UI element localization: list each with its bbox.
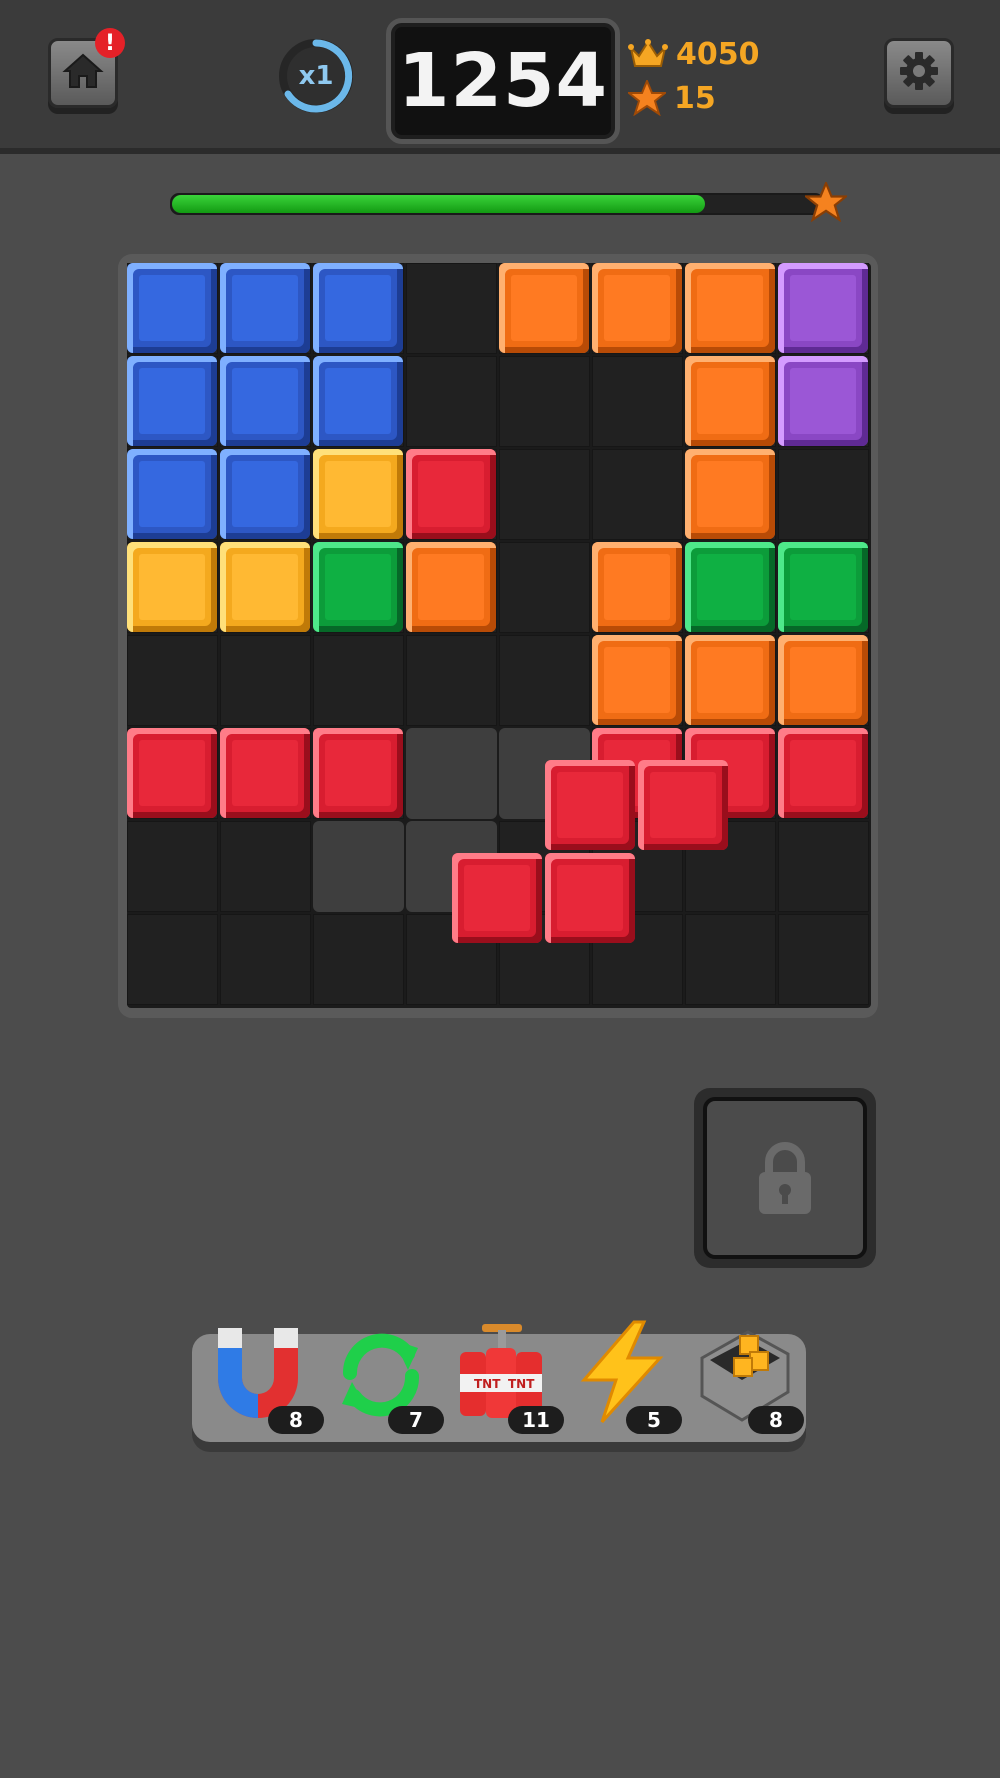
score-display: 1254 <box>386 18 620 144</box>
empty-cell[interactable] <box>778 914 869 1005</box>
empty-cell[interactable] <box>406 263 497 354</box>
orange-block <box>592 542 682 632</box>
green-block <box>313 542 403 632</box>
dragging-piece-block[interactable] <box>545 760 635 850</box>
empty-cell[interactable] <box>313 635 404 726</box>
empty-cell[interactable] <box>127 914 218 1005</box>
blue-block <box>127 356 217 446</box>
tnt-count: 11 <box>508 1406 564 1434</box>
orange-block <box>778 635 868 725</box>
red-block <box>313 728 403 818</box>
blue-block <box>313 356 403 446</box>
empty-cell[interactable] <box>592 356 683 447</box>
multiplier-label: x1 <box>298 61 334 91</box>
dragging-piece-block[interactable] <box>638 760 728 850</box>
green-block <box>778 542 868 632</box>
star-count-value: 15 <box>674 80 716 116</box>
empty-cell[interactable] <box>499 542 590 633</box>
lock-icon <box>759 1142 811 1214</box>
empty-cell[interactable] <box>127 821 218 912</box>
dragging-piece-block[interactable] <box>545 853 635 943</box>
multiplier-indicator: x1 <box>276 36 356 116</box>
empty-cell[interactable] <box>778 449 869 540</box>
refresh-count: 7 <box>388 1406 444 1434</box>
orange-block <box>685 263 775 353</box>
dragging-piece-block[interactable] <box>452 853 542 943</box>
empty-cell[interactable] <box>778 821 869 912</box>
empty-cell[interactable] <box>406 356 497 447</box>
orange-block <box>592 263 682 353</box>
block-box-count: 8 <box>748 1406 804 1434</box>
star-count: 15 <box>628 78 716 118</box>
empty-cell[interactable] <box>127 635 218 726</box>
drop-preview-cell[interactable] <box>313 821 404 912</box>
empty-cell[interactable] <box>313 914 404 1005</box>
best-score: 4050 <box>628 34 760 74</box>
drop-preview-cell[interactable] <box>406 728 497 819</box>
empty-cell[interactable] <box>406 635 497 726</box>
blue-block <box>127 449 217 539</box>
empty-cell[interactable] <box>685 914 776 1005</box>
blue-block <box>220 356 310 446</box>
home-icon <box>61 49 105 97</box>
empty-cell[interactable] <box>499 449 590 540</box>
notification-badge: ! <box>95 28 125 58</box>
red-block <box>406 449 496 539</box>
magnet-count: 8 <box>268 1406 324 1434</box>
yellow-block <box>127 542 217 632</box>
star-icon <box>628 80 666 116</box>
settings-button[interactable] <box>884 38 954 108</box>
blue-block <box>220 449 310 539</box>
orange-block <box>685 356 775 446</box>
orange-block <box>592 635 682 725</box>
yellow-block <box>313 449 403 539</box>
svg-text:TNT: TNT <box>508 1377 535 1391</box>
orange-block <box>685 449 775 539</box>
blue-block <box>220 263 310 353</box>
green-block <box>685 542 775 632</box>
svg-text:TNT: TNT <box>474 1377 501 1391</box>
red-block <box>778 728 868 818</box>
red-block <box>127 728 217 818</box>
empty-cell[interactable] <box>499 356 590 447</box>
best-score-value: 4050 <box>676 36 760 72</box>
purple-block <box>778 263 868 353</box>
orange-block <box>685 635 775 725</box>
level-progress-bar <box>170 193 824 215</box>
empty-cell[interactable] <box>220 914 311 1005</box>
blue-block <box>313 263 403 353</box>
empty-cell[interactable] <box>499 635 590 726</box>
locked-piece-slot[interactable] <box>703 1097 867 1259</box>
empty-cell[interactable] <box>220 821 311 912</box>
lightning-count: 5 <box>626 1406 682 1434</box>
purple-block <box>778 356 868 446</box>
red-block <box>220 728 310 818</box>
yellow-block <box>220 542 310 632</box>
orange-block <box>406 542 496 632</box>
progress-star-icon <box>802 180 850 226</box>
blue-block <box>127 263 217 353</box>
empty-cell[interactable] <box>220 635 311 726</box>
progress-fill <box>172 195 705 213</box>
crown-icon <box>628 39 668 67</box>
orange-block <box>499 263 589 353</box>
empty-cell[interactable] <box>592 449 683 540</box>
gear-icon <box>897 49 941 97</box>
